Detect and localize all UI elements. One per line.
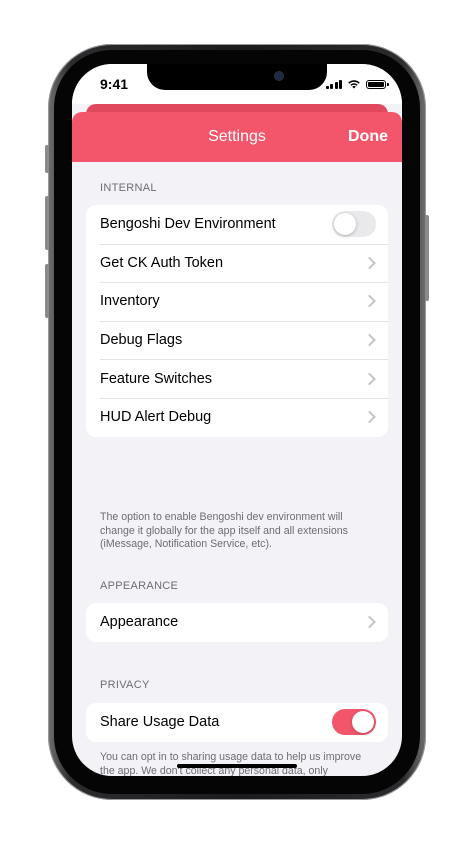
row-bengoshi-dev-environment: Bengoshi Dev Environment	[86, 205, 388, 244]
row-label: Feature Switches	[100, 370, 213, 387]
section-header-privacy: PRIVACY	[100, 679, 150, 691]
row-get-ck-auth-token[interactable]: Get CK Auth Token	[86, 243, 388, 283]
row-feature-switches[interactable]: Feature Switches	[86, 359, 388, 398]
volume-down-button	[45, 264, 49, 318]
chevron-right-icon	[363, 410, 376, 424]
row-debug-flags[interactable]: Debug Flags	[86, 320, 388, 360]
row-appearance[interactable]: Appearance	[86, 603, 388, 642]
row-label: Get CK Auth Token	[100, 254, 224, 271]
dev-environment-toggle[interactable]	[332, 211, 376, 238]
camera-icon	[274, 71, 284, 81]
status-time: 9:41	[100, 76, 129, 92]
done-button[interactable]: Done	[348, 128, 388, 146]
home-indicator	[177, 764, 297, 768]
battery-icon	[366, 80, 389, 89]
chevron-right-icon	[363, 295, 376, 308]
share-usage-data-toggle[interactable]	[332, 709, 376, 736]
row-label: HUD Alert Debug	[100, 409, 212, 426]
navigation-bar: Settings Done	[72, 112, 402, 162]
mute-switch	[45, 145, 49, 173]
row-label: Share Usage Data	[100, 714, 220, 731]
notch	[147, 64, 327, 90]
group-internal: Bengoshi Dev Environment Get CK Auth Tok…	[86, 205, 388, 437]
cellular-signal-icon	[325, 79, 342, 89]
row-label: Appearance	[100, 614, 179, 631]
section-header-internal: INTERNAL	[100, 182, 157, 194]
chevron-right-icon	[363, 256, 376, 270]
footer-internal: The option to enable Bengoshi dev enviro…	[100, 511, 348, 551]
row-label: Inventory	[100, 293, 160, 310]
row-share-usage-data: Share Usage Data	[86, 703, 388, 742]
status-bar: 9:41	[72, 64, 402, 104]
row-inventory[interactable]: Inventory	[86, 282, 388, 321]
chevron-right-icon	[363, 333, 376, 347]
group-appearance: Appearance	[86, 603, 388, 642]
chevron-right-icon	[363, 372, 376, 386]
section-header-appearance: APPEARANCE	[100, 580, 179, 592]
phone-screen: 9:41 Settings Done INTERNAL Bengoshi Dev…	[72, 64, 402, 776]
row-label: Bengoshi Dev Environment	[100, 216, 276, 233]
row-label: Debug Flags	[100, 332, 183, 349]
status-icons	[325, 79, 389, 89]
row-hud-alert-debug[interactable]: HUD Alert Debug	[86, 397, 388, 437]
wifi-icon	[348, 80, 360, 89]
chevron-right-icon	[363, 615, 376, 629]
volume-up-button	[45, 196, 49, 250]
group-privacy: Share Usage Data	[86, 703, 388, 742]
power-button	[425, 215, 429, 301]
